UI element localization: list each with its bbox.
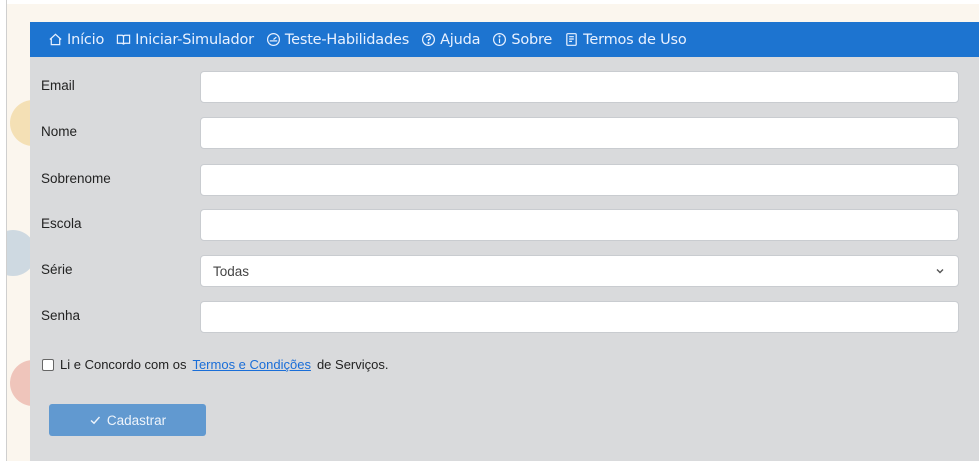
email-label: Email xyxy=(41,78,75,93)
nome-label: Nome xyxy=(41,124,78,139)
window-top-edge xyxy=(0,0,979,4)
registration-form: Email Nome Sobrenome Escola Série Todas … xyxy=(30,57,979,461)
top-navbar: Início Iniciar-Simulador Teste-Habilidad… xyxy=(30,22,979,57)
escola-field[interactable] xyxy=(200,209,959,241)
serie-row: Série Todas xyxy=(30,255,979,287)
nav-item-label: Iniciar-Simulador xyxy=(135,31,254,48)
email-field[interactable] xyxy=(200,71,959,103)
gauge-icon xyxy=(266,32,280,47)
nav-item-label: Termos de Uso xyxy=(583,31,687,48)
nav-item-inicio[interactable]: Início xyxy=(48,32,104,48)
nome-field[interactable] xyxy=(200,117,959,149)
document-icon xyxy=(566,33,577,46)
senha-label: Senha xyxy=(41,308,81,323)
home-icon xyxy=(49,33,62,46)
terms-checkbox[interactable] xyxy=(42,358,54,371)
terms-agreement: Li e Concordo com os Termos e Condições … xyxy=(42,357,389,372)
chevron-down-icon xyxy=(936,269,944,274)
escola-label: Escola xyxy=(41,216,82,231)
serie-select[interactable]: Todas xyxy=(200,255,959,287)
nav-item-label: Teste-Habilidades xyxy=(284,31,410,48)
check-icon xyxy=(90,416,100,425)
nav-item-label: Sobre xyxy=(511,31,553,48)
nav-item-ajuda[interactable]: Ajuda xyxy=(421,31,481,48)
escola-row: Escola xyxy=(30,209,979,241)
sobrenome-field[interactable] xyxy=(200,164,959,196)
senha-row: Senha xyxy=(30,301,979,333)
cadastrar-label: Cadastrar xyxy=(106,412,167,428)
book-icon xyxy=(116,34,131,45)
nav-item-sobre[interactable]: Sobre xyxy=(492,32,552,48)
nav-item-iniciar-simulador[interactable]: Iniciar-Simulador xyxy=(116,32,254,48)
terms-suffix: de Serviços. xyxy=(316,357,389,372)
senha-field[interactable] xyxy=(200,301,959,333)
window-left-edge xyxy=(0,0,7,461)
serie-selected-value: Todas xyxy=(213,263,250,279)
nome-row: Nome xyxy=(30,117,979,149)
email-row: Email xyxy=(30,71,979,103)
sobrenome-label: Sobrenome xyxy=(41,171,111,186)
info-circle-icon xyxy=(493,32,507,47)
sobrenome-row: Sobrenome xyxy=(30,164,979,196)
help-circle-icon xyxy=(422,32,436,47)
serie-label: Série xyxy=(41,262,73,277)
nav-item-termos-de-uso[interactable]: Termos de Uso xyxy=(564,31,687,48)
nav-item-label: Ajuda xyxy=(440,31,481,48)
nav-item-teste-habilidades[interactable]: Teste-Habilidades xyxy=(266,32,409,48)
terms-link[interactable]: Termos e Condições xyxy=(192,357,311,372)
nav-item-label: Início xyxy=(67,31,105,48)
cadastrar-button[interactable]: Cadastrar xyxy=(49,404,206,436)
terms-prefix: Li e Concordo com os xyxy=(60,357,187,372)
